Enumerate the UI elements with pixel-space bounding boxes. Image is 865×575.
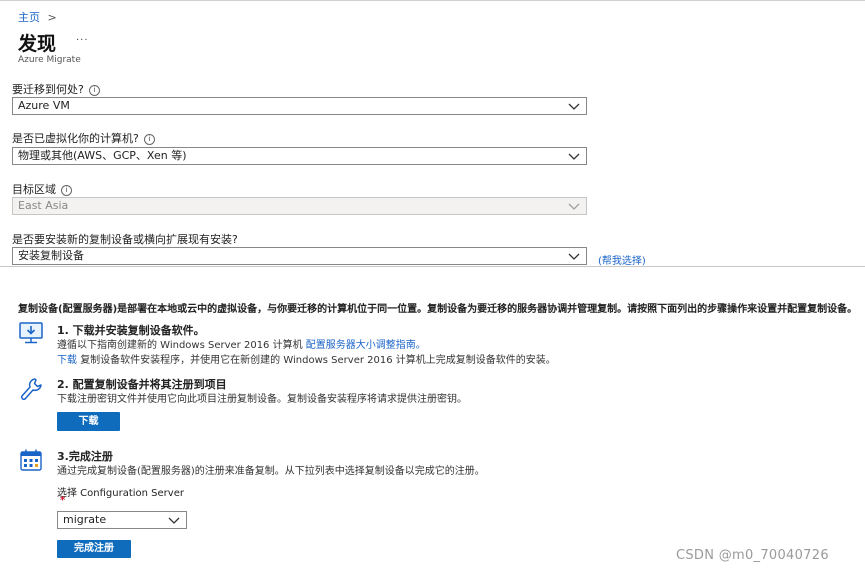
watermark: CSDN @m0_70040726 — [676, 548, 829, 563]
info-icon[interactable]: i — [61, 185, 72, 196]
download-key-button-label: 下载 — [78, 416, 99, 427]
config-server-select[interactable]: migrate — [57, 511, 187, 529]
chevron-down-icon — [568, 253, 580, 260]
sizing-guide-link[interactable]: 配置服务器大小调整指南。 — [306, 340, 426, 351]
section-divider — [0, 266, 865, 267]
q2-label: 是否已虚拟化你的计算机? — [12, 132, 139, 145]
breadcrumb-separator: > — [47, 11, 57, 24]
q1-label-row: 要迁移到何处? i — [12, 81, 100, 97]
chevron-down-icon — [568, 153, 580, 160]
page-subtitle: Azure Migrate — [18, 55, 81, 65]
page-title: 发现 — [18, 33, 57, 55]
config-server-select-value: migrate — [63, 513, 107, 526]
q3-label: 目标区域 — [12, 183, 56, 196]
step1-line2-text: 复制设备软件安装程序，并使用它在新创建的 Windows Server 2016… — [80, 355, 556, 366]
download-key-button[interactable]: 下载 — [57, 412, 120, 431]
calendar-icon — [20, 449, 42, 471]
q4-label: 是否要安装新的复制设备或横向扩展现有安装? — [12, 233, 238, 246]
q1-label: 要迁移到何处? — [12, 83, 84, 96]
q3-select-value: East Asia — [18, 199, 69, 212]
config-server-label: 选择 Configuration Server — [57, 488, 184, 499]
download-install-icon — [19, 322, 43, 344]
step1-line2: 下载 复制设备软件安装程序，并使用它在新创建的 Windows Server 2… — [57, 351, 556, 366]
step1-line1: 遵循以下指南创建新的 Windows Server 2016 计算机 配置服务器… — [57, 336, 426, 351]
q1-select-value: Azure VM — [18, 99, 70, 112]
required-marker: * — [60, 495, 66, 506]
finish-registration-button[interactable]: 完成注册 — [57, 540, 131, 558]
download-installer-link[interactable]: 下载 — [57, 355, 77, 366]
chevron-down-icon — [168, 517, 180, 524]
intro-text: 复制设备(配置服务器)是部署在本地或云中的虚拟设备，与你要迁移的计算机位于同一位… — [18, 304, 858, 315]
breadcrumb-home-link[interactable]: 主页 — [18, 11, 40, 24]
info-icon[interactable]: i — [143, 134, 155, 145]
breadcrumb: 主页 > — [18, 9, 57, 25]
step2-desc: 下载注册密钥文件并使用它向此项目注册复制设备。复制设备安装程序将请求提供注册密钥… — [57, 394, 467, 405]
info-icon[interactable]: i — [88, 85, 100, 96]
q4-select[interactable]: 安装复制设备 — [12, 247, 587, 265]
q4-select-value: 安装复制设备 — [18, 249, 84, 262]
q2-select-value: 物理或其他(AWS、GCP、Xen 等) — [18, 149, 187, 162]
step3-desc: 通过完成复制设备(配置服务器)的注册来准备复制。从下拉列表中选择复制设备以完成它… — [57, 466, 485, 477]
q3-select: East Asia — [12, 197, 587, 215]
wrench-icon — [20, 378, 42, 401]
help-me-choose-link[interactable]: (帮我选择) — [598, 252, 646, 267]
top-border — [0, 0, 865, 1]
q3-label-row: 目标区域 i — [12, 181, 72, 197]
chevron-down-icon — [568, 203, 580, 210]
q2-select[interactable]: 物理或其他(AWS、GCP、Xen 等) — [12, 147, 587, 165]
q2-label-row: 是否已虚拟化你的计算机? i — [12, 130, 155, 146]
step1-line1-text: 遵循以下指南创建新的 Windows Server 2016 计算机 — [57, 340, 303, 351]
q1-select[interactable]: Azure VM — [12, 97, 587, 115]
chevron-down-icon — [568, 103, 580, 110]
finish-registration-button-label: 完成注册 — [74, 543, 114, 554]
more-options-button[interactable]: ··· — [76, 35, 89, 46]
